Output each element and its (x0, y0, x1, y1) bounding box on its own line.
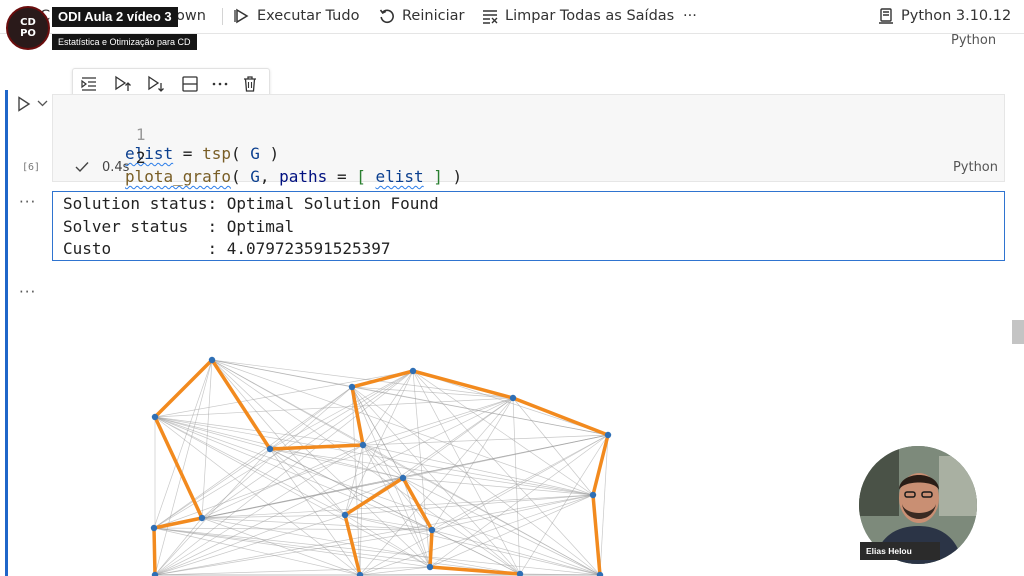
graph-node (341, 511, 349, 519)
tour-edge (152, 527, 157, 576)
tour-edge (210, 359, 272, 450)
graph-edge (201, 517, 361, 576)
logo-text-top: CD (20, 17, 36, 28)
graph-node (399, 474, 407, 482)
graph-node (589, 491, 597, 499)
graph-node (359, 441, 367, 449)
tour-edge (512, 396, 609, 437)
graph-edge (269, 448, 404, 479)
graph-edge (429, 494, 594, 568)
tour-edge (428, 529, 434, 568)
course-name: Estatística e Otimização para CD (52, 34, 197, 50)
graph-edge (269, 386, 353, 450)
logo-text-bottom: PO (20, 28, 36, 39)
graph-edge (344, 514, 601, 576)
graph-node (428, 526, 436, 534)
tour-edge (591, 434, 610, 496)
graph-node (426, 563, 434, 571)
graph-edge (431, 434, 609, 531)
graph-edge (154, 416, 433, 531)
tour-edge (269, 443, 364, 451)
graph-edge (431, 494, 594, 531)
graph-edge (153, 397, 514, 529)
graph-node (409, 367, 417, 375)
graph-node (208, 356, 216, 364)
tour-edge (153, 416, 204, 519)
graph-node (266, 445, 274, 453)
graph-edge (211, 359, 521, 575)
tour-edge (412, 369, 514, 400)
graph-edge (153, 527, 521, 575)
graph-edge (351, 386, 431, 568)
graph-edge (154, 359, 213, 576)
presenter-name-tag: Elias Helou (860, 542, 940, 560)
tour-edge (591, 494, 602, 576)
graph-node (509, 394, 517, 402)
graph-node (151, 413, 159, 421)
graph-node (348, 383, 356, 391)
tour-edge (350, 386, 365, 446)
graph-edge (412, 370, 594, 496)
tour-edge (401, 477, 434, 531)
graph-edge (211, 359, 514, 399)
graph-node (198, 514, 206, 522)
graph-edge (351, 386, 609, 436)
graph-node (604, 431, 612, 439)
channel-logo: CD PO (6, 6, 50, 50)
graph-node (150, 524, 158, 532)
video-title: ODI Aula 2 vídeo 3 (52, 7, 178, 27)
graph-edge (359, 444, 364, 576)
